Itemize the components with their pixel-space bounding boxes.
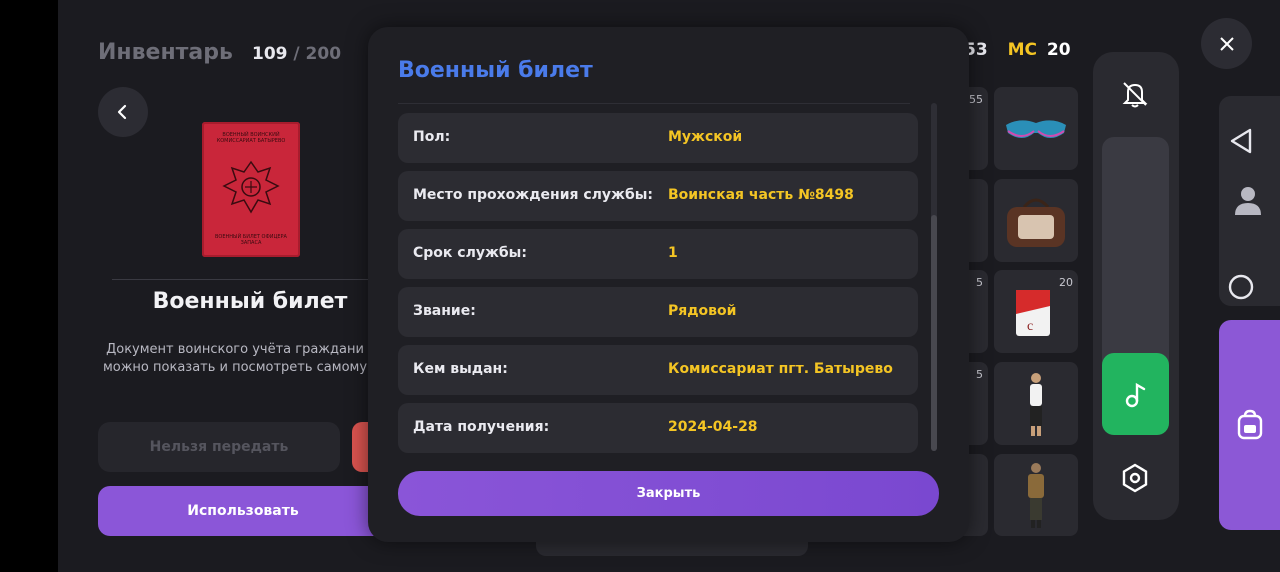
row-label: Звание: [413, 303, 476, 319]
item-divider [112, 279, 370, 280]
back-arrow-icon [117, 104, 127, 120]
use-button[interactable]: Использовать [98, 486, 388, 536]
slot-qty: 55 [969, 93, 983, 106]
modal-title: Военный билет [398, 58, 593, 83]
bottom-bar [536, 540, 808, 556]
mc-value: 20 [1046, 40, 1071, 60]
scrollbar-thumb[interactable] [931, 215, 937, 451]
svg-text:c: c [1027, 319, 1033, 334]
inventory-count-sep: / [287, 44, 306, 64]
military-id-image: ВОЕННЫЙ ВОИНСКИЙ КОМИССАРИАТ БАТЫРЕВО ВО… [202, 122, 300, 257]
close-icon [1219, 36, 1234, 51]
info-row-service-term: Срок службы: 1 [398, 229, 918, 279]
slot-qty: 20 [1059, 276, 1073, 289]
item-description-line2: можно показать и посмотреть самому [102, 360, 368, 375]
item-description-line1: Документ воинского учёта граждани [106, 342, 364, 357]
info-row-service-place: Место прохождения службы: Воинская часть … [398, 171, 918, 221]
back-button[interactable] [98, 87, 148, 137]
inventory-slot-bag[interactable] [994, 179, 1078, 262]
row-value: Рядовой [668, 303, 737, 319]
inventory-slot-sunglasses[interactable] [994, 87, 1078, 170]
triangle-back-icon [1230, 128, 1252, 154]
info-row-rank: Звание: Рядовой [398, 287, 918, 337]
inventory-count-current: 109 [252, 44, 288, 64]
row-label: Срок службы: [413, 245, 527, 261]
sunglasses-icon [1006, 120, 1066, 138]
inventory-slot-outfit[interactable] [994, 362, 1078, 445]
close-inventory-button[interactable] [1201, 18, 1252, 69]
row-label: Место прохождения службы: [413, 187, 654, 203]
currency-stats: 53 MC 20 [964, 40, 1071, 60]
character-outfit-icon [1030, 373, 1042, 436]
inventory-tab[interactable] [1219, 320, 1280, 530]
no-transfer-button[interactable]: Нельзя передать [98, 422, 340, 472]
mc-label: MC [1007, 40, 1037, 60]
row-value: Воинская часть №8498 [668, 187, 854, 203]
slot-qty: 5 [976, 276, 983, 289]
coat-of-arms-icon [222, 160, 280, 214]
passport-bottom-text: ВОЕННЫЙ БИЛЕТ ОФИЦЕРА ЗАПАСА [215, 234, 287, 246]
music-note-icon [1125, 382, 1145, 408]
music-button[interactable] [1102, 353, 1169, 435]
slot-qty: 5 [976, 368, 983, 381]
bell-off-icon [1122, 82, 1148, 108]
backpack-icon [1237, 409, 1262, 440]
profile-button[interactable] [1232, 184, 1264, 218]
row-label: Пол: [413, 129, 451, 145]
row-value: 2024-04-28 [668, 419, 758, 435]
row-value: Комиссариат пгт. Батырево [668, 361, 893, 377]
nav-home-button[interactable] [1226, 272, 1256, 302]
passport-top-text: ВОЕННЫЙ ВОИНСКИЙ КОМИССАРИАТ БАТЫРЕВО [216, 132, 286, 144]
bag-icon [1007, 198, 1065, 247]
hexagon-settings-icon [1122, 463, 1148, 493]
item-description: Документ воинского учёта граждани можно … [100, 341, 370, 377]
left-screen-edge [0, 0, 58, 572]
inventory-title: Инвентарь [98, 40, 233, 65]
inventory-count-max: 200 [305, 44, 342, 64]
person-icon [1235, 187, 1261, 215]
row-label: Кем выдан: [413, 361, 508, 377]
inventory-slot-cigarettes[interactable]: 20 c [994, 270, 1078, 353]
row-value: 1 [668, 245, 678, 261]
info-row-gender: Пол: Мужской [398, 113, 918, 163]
military-id-modal: Военный билет Пол: Мужской Место прохожде… [368, 27, 969, 542]
modal-separator [398, 103, 910, 104]
modal-scrollbar[interactable] [931, 103, 937, 451]
nav-back-button[interactable] [1226, 126, 1256, 156]
info-rows: Пол: Мужской Место прохождения службы: Вои… [398, 113, 918, 461]
info-row-issue-date: Дата получения: 2024-04-28 [398, 403, 918, 453]
modal-close-button[interactable]: Закрыть [398, 471, 939, 516]
inventory-count: 109 / 200 [252, 44, 341, 64]
item-name: Военный билет [152, 289, 348, 314]
info-row-issued-by: Кем выдан: Комиссариат пгт. Батырево [398, 345, 918, 395]
settings-button[interactable] [1113, 456, 1157, 500]
row-value: Мужской [668, 129, 743, 145]
circle-home-icon [1228, 274, 1254, 300]
notifications-off-button[interactable] [1113, 72, 1157, 116]
inventory-slot-outfit[interactable] [994, 454, 1078, 536]
character-outfit-icon [1028, 463, 1044, 528]
row-label: Дата получения: [413, 419, 550, 435]
